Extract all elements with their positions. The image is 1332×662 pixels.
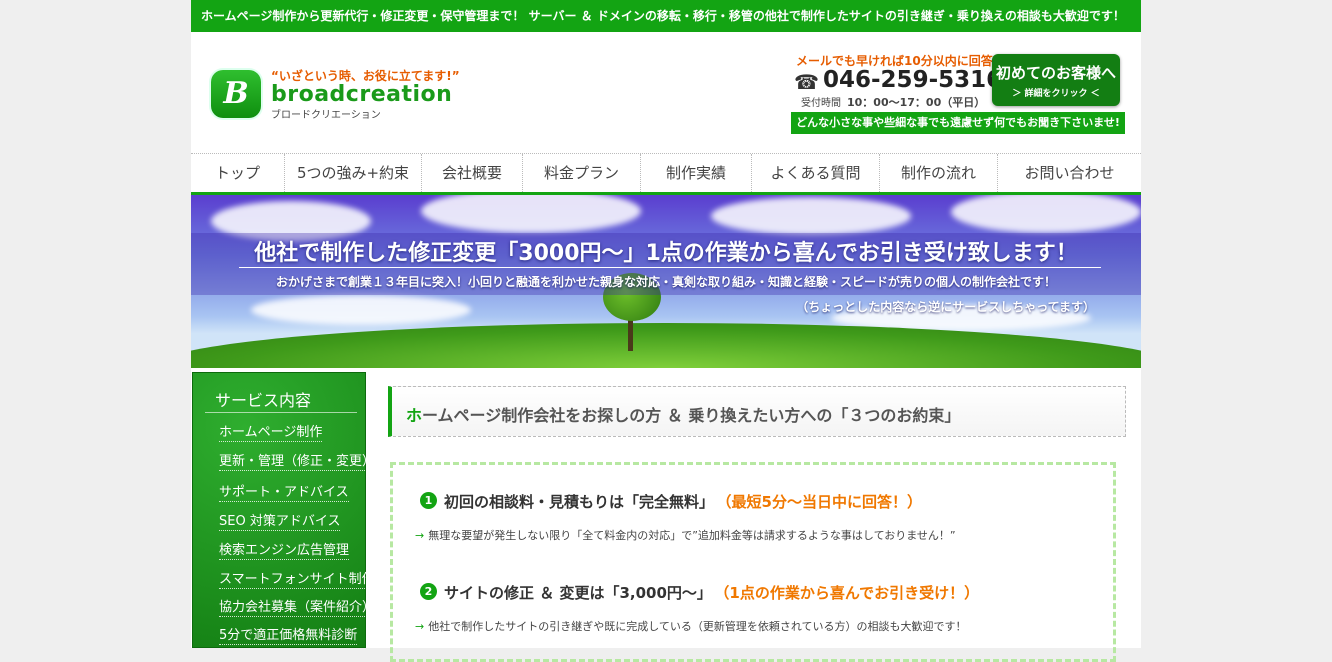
first-time-customer-button[interactable]: 初めてのお客様へ ＞ 詳細をクリック ＜ (992, 54, 1120, 106)
sidebar-item-partners[interactable]: 協力会社募集（案件紹介） (219, 596, 376, 617)
ask-anything-banner: どんな小さな事や些細な事でも遠慮せず何でもお聞き下さいませ! (791, 112, 1125, 134)
header: B “いざという時、お役に立てます!” broadcreation ブロードクリ… (191, 32, 1141, 152)
promise-description: → 他社で制作したサイトの引き継ぎや既に完成している（更新管理を依頼されている方）… (415, 618, 967, 634)
hero-divider (239, 267, 1101, 268)
cloud-decoration (421, 195, 641, 233)
page: ホームページ制作から更新代行・修正変更・保守管理まで！ サーバー ＆ ドメインの… (191, 0, 1141, 662)
sidebar-item-smartphone[interactable]: スマートフォンサイト制作 (219, 568, 375, 589)
promise-highlight: （最短5分～当日中に回答！） (724, 493, 922, 511)
nav-item-strengths[interactable]: 5つの強み+約束 (285, 154, 422, 192)
hero-subtitle: おかげさまで創業１３年目に突入！小回りと融通を利かせた親身な対応・真剣な取り組み… (275, 275, 1056, 289)
promise-heading: 初回の相談料・見積もりは「完全無料」 （最短5分～当日中に回答！） (444, 491, 922, 512)
cloud-decoration (951, 195, 1141, 233)
number-one-icon: 1 (420, 492, 437, 509)
hero-title: 他社で制作した修正変更「3000円～」1点の作業から喜んでお引き受け致します！ (254, 241, 1078, 266)
sidebar-item-search-ads[interactable]: 検索エンジン広告管理 (219, 539, 350, 560)
cloud-decoration (251, 295, 471, 325)
nav-item-company[interactable]: 会社概要 (422, 154, 523, 192)
business-hours: 受付時間 10：00～17：00（平日） (801, 94, 985, 110)
section-heading: ホームページ制作会社をお探しの方 ＆ 乗り換えたい方への「３つのお約束」 (406, 402, 960, 426)
sidebar-item-update-management[interactable]: 更新・管理（修正・変更） (219, 450, 376, 471)
nav-item-contact[interactable]: お問い合わせ (998, 154, 1141, 192)
first-button-subtitle: ＞ 詳細をクリック ＜ (1012, 89, 1100, 99)
first-button-title: 初めてのお客様へ (995, 64, 1116, 82)
sidebar-item-seo[interactable]: SEO 対策アドバイス (219, 510, 341, 531)
brand-kana: ブロードクリエーション (271, 110, 381, 121)
promise-heading: サイトの修正 ＆ 変更は「3,000円～」 （1点の作業から喜んでお引き受け！） (444, 582, 979, 603)
promise-description-text: 他社で制作したサイトの引き継ぎや既に完成している（更新管理を依頼されている方）の… (428, 620, 967, 633)
top-announcement-bar: ホームページ制作から更新代行・修正変更・保守管理まで！ サーバー ＆ ドメインの… (191, 0, 1141, 32)
main-nav: トップ 5つの強み+約束 会社概要 料金プラン 制作実績 よくある質問 制作の流… (191, 153, 1141, 195)
logo-icon[interactable]: B (211, 70, 261, 118)
brand-name[interactable]: broadcreation (271, 82, 452, 107)
sidebar-item-price-check[interactable]: 5分で適正価格無料診断 (219, 624, 358, 645)
hours-value: 10：00～17：00（平日） (847, 96, 986, 109)
arrow-right-icon: → (415, 620, 425, 633)
section-heading-text: ームページ制作会社をお探しの方 ＆ 乗り換えたい方への「３つのお約束」 (422, 406, 961, 425)
hours-label: 受付時間 (801, 98, 841, 109)
section-heading-box: ホームページ制作会社をお探しの方 ＆ 乗り換えたい方への「３つのお約束」 (388, 386, 1126, 437)
hero-banner: 他社で制作した修正変更「3000円～」1点の作業から喜んでお引き受け致します！ … (191, 195, 1141, 368)
nav-item-faq[interactable]: よくある質問 (752, 154, 880, 192)
promise-heading-text: 初回の相談料・見積もりは「完全無料」 (444, 493, 715, 511)
sidebar-item-web-production[interactable]: ホームページ制作 (219, 421, 323, 442)
hero-note: （ちょっとした内容なら逆にサービスしちゃってます） (796, 300, 1095, 314)
promise-description: → 無理な要望が発生しない限り「全て料金内の対応」で”追加料金等は請求するような事… (415, 527, 956, 543)
nav-item-pricing[interactable]: 料金プラン (523, 154, 641, 192)
promise-heading-text: サイトの修正 ＆ 変更は「3,000円～」 (444, 584, 712, 602)
nav-item-top[interactable]: トップ (191, 154, 285, 192)
nav-item-works[interactable]: 制作実績 (641, 154, 752, 192)
phone-icon: ☎ (794, 70, 819, 94)
nav-item-flow[interactable]: 制作の流れ (880, 154, 998, 192)
section-heading-initial: ホ (406, 406, 423, 425)
promise-description-text: 無理な要望が発生しない限り「全て料金内の対応」で”追加料金等は請求するような事は… (428, 529, 956, 542)
cloud-decoration (711, 197, 911, 235)
promise-highlight: （1点の作業から喜んでお引き受け！） (721, 584, 980, 602)
sidebar-services: サービス内容 ホームページ制作 更新・管理（修正・変更） サポート・アドバイス … (192, 372, 376, 648)
sidebar-title: サービス内容 (215, 391, 312, 410)
phone-number[interactable]: 046-259-5316 (823, 67, 1002, 93)
sidebar-divider (205, 412, 357, 413)
promises-box: 1 初回の相談料・見積もりは「完全無料」 （最短5分～当日中に回答！） → 無理な要… (390, 462, 1116, 662)
arrow-right-icon: → (415, 529, 425, 542)
number-two-icon: 2 (420, 583, 437, 600)
sidebar-item-support[interactable]: サポート・アドバイス (219, 481, 349, 502)
